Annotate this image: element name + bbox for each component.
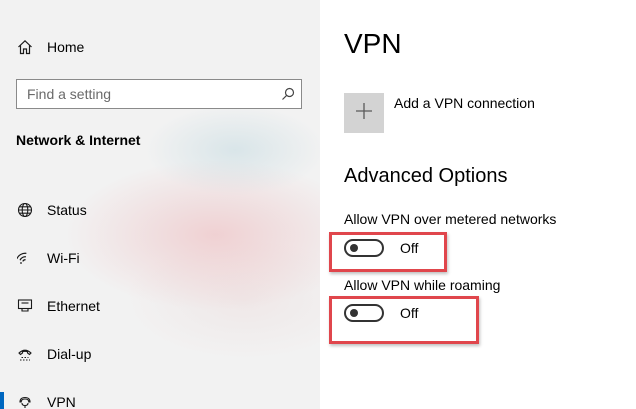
add-vpn-connection-button[interactable]: Add a VPN connection [344,93,535,133]
home-icon [16,38,34,56]
search-box[interactable] [16,79,302,109]
sidebar-item-label: Status [47,202,87,218]
sidebar-item-dial-up[interactable]: Dial-up [0,330,320,378]
toggle-knob [350,309,358,317]
home-nav-item[interactable]: Home [16,35,84,59]
toggle-state-label: Off [400,305,419,321]
advanced-options-heading: Advanced Options [344,165,508,187]
sidebar-item-status[interactable]: Status [0,186,320,234]
roaming-toggle[interactable] [344,304,384,322]
page-title: VPN [344,28,402,59]
metered-networks-label: Allow VPN over metered networks [344,211,557,227]
wifi-icon [16,249,34,267]
sidebar-item-label: Wi-Fi [47,250,80,266]
metered-networks-toggle[interactable] [344,239,384,257]
add-vpn-connection-label: Add a VPN connection [394,95,535,111]
settings-sidebar: Home Network & Internet Status [0,0,320,409]
vpn-icon [16,393,34,409]
dial-up-icon [16,345,34,363]
sidebar-item-label: Dial-up [47,346,92,362]
roaming-toggle-row[interactable]: Off [344,304,418,322]
sidebar-item-ethernet[interactable]: Ethernet [0,282,320,330]
roaming-label: Allow VPN while roaming [344,277,501,293]
toggle-state-label: Off [400,240,419,256]
sidebar-item-label: Ethernet [47,298,100,314]
globe-icon [16,201,34,219]
plus-icon [355,102,373,125]
sidebar-nav-list: Status Wi-Fi Ethernet Dial-up VPN [0,186,320,409]
toggle-knob [350,244,358,252]
home-label: Home [47,39,85,55]
ethernet-icon [16,297,34,315]
sidebar-item-label: VPN [47,394,76,409]
sidebar-item-vpn[interactable]: VPN [0,378,320,409]
metered-networks-toggle-row[interactable]: Off [344,239,418,257]
search-icon[interactable] [275,87,301,101]
section-title: Network & Internet [16,132,141,148]
sidebar-item-wifi[interactable]: Wi-Fi [0,234,320,282]
vpn-settings-panel: VPN Add a VPN connection Advanced Option… [320,0,636,409]
search-input[interactable] [17,86,275,102]
add-tile[interactable] [344,93,384,133]
